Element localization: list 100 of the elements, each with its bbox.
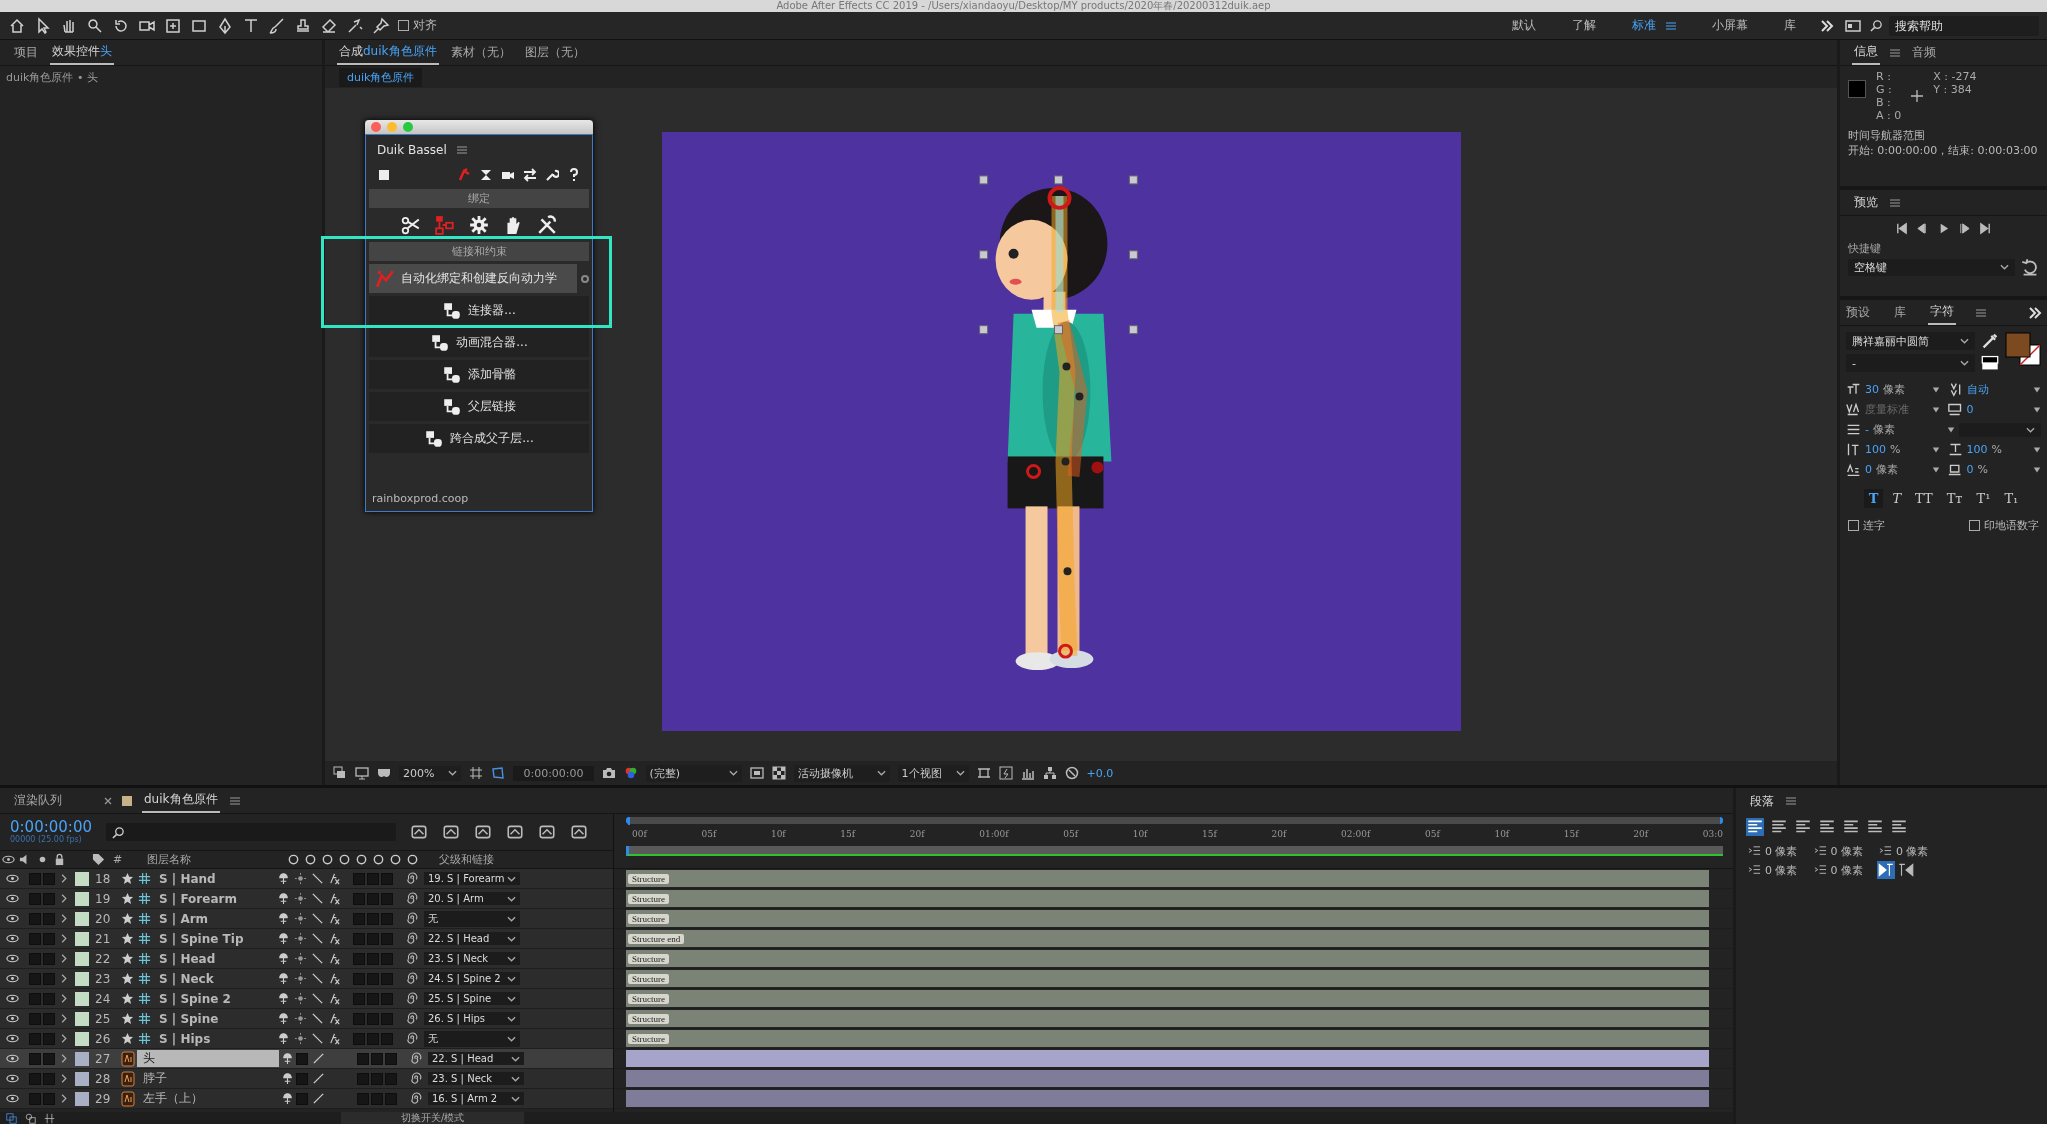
parent-dropdown[interactable]: 23. S | Neck [428, 1072, 524, 1085]
layer-name[interactable]: 头 [137, 1050, 279, 1067]
fast-preview-icon[interactable] [998, 766, 1013, 780]
layer-row[interactable]: 20 S | Arm 无 [0, 909, 613, 929]
gear-icon[interactable] [469, 215, 489, 235]
parent-dropdown[interactable]: 16. S | Arm 2 [428, 1092, 524, 1105]
label-color[interactable] [75, 1031, 89, 1046]
layer-search-field[interactable] [105, 823, 396, 841]
scissors-icon[interactable] [401, 215, 421, 235]
panel-tab[interactable]: 库 [1892, 301, 1908, 324]
switch-toggle[interactable] [381, 952, 393, 965]
menu-icon[interactable] [229, 796, 240, 805]
panel-tab[interactable]: 渲染队列 [12, 789, 64, 812]
lock-toggle[interactable] [43, 1092, 55, 1105]
layer-row[interactable]: 28 脖子 23. S | Neck [0, 1069, 613, 1089]
solo-toggle[interactable] [29, 1032, 41, 1045]
panel-tab[interactable]: 素材（无） [448, 41, 513, 64]
panel-tab[interactable]: 音频 [1910, 41, 1938, 64]
layer-name[interactable]: 左手（上） [137, 1090, 279, 1107]
layer-bar[interactable]: Structure [626, 950, 1709, 967]
switch-toggle[interactable] [381, 872, 393, 885]
workspace-tab[interactable]: 小屏幕 [1698, 17, 1762, 34]
workspace-tab[interactable]: 库 [1770, 17, 1810, 34]
expand-chevron-icon[interactable] [59, 952, 69, 965]
exposure-icon[interactable] [1064, 766, 1079, 780]
eye-icon[interactable] [6, 952, 19, 965]
switch-toggle[interactable] [353, 952, 365, 965]
solo-toggle[interactable] [29, 992, 41, 1005]
parent-dropdown[interactable]: 无 [424, 910, 520, 927]
switch-toggle[interactable] [367, 972, 379, 985]
field-value[interactable]: 0 [1966, 463, 1974, 476]
layer-bar[interactable]: Structure [626, 1030, 1709, 1047]
label-color[interactable] [75, 931, 89, 946]
eye-icon[interactable] [6, 892, 19, 905]
label-color[interactable] [75, 971, 89, 986]
parent-dropdown[interactable]: 24. S | Spine 2 [424, 972, 520, 985]
font-dropdown[interactable]: 腾祥嘉丽中圆简 [1846, 332, 1975, 350]
switch-toggle[interactable] [353, 972, 365, 985]
switch-toggle[interactable] [367, 1032, 379, 1045]
eye-icon[interactable] [6, 992, 19, 1005]
switch-toggle[interactable] [296, 1052, 308, 1065]
tools-icon[interactable] [537, 215, 557, 235]
tool-button[interactable]: 父层链接 [369, 392, 589, 421]
switch-toggle[interactable] [381, 892, 393, 905]
parent-dropdown[interactable]: 26. S | Hips [424, 1012, 520, 1025]
mask-icon[interactable] [377, 766, 391, 780]
switch-toggle[interactable] [367, 932, 379, 945]
lock-toggle[interactable] [43, 1052, 55, 1065]
channel-icon[interactable] [623, 766, 638, 780]
selection-handle[interactable] [1054, 325, 1063, 335]
layer-marker[interactable]: Structure [628, 953, 669, 964]
switch-toggle[interactable] [353, 912, 365, 925]
fill-stroke-swatch-icon[interactable] [2005, 332, 2041, 366]
switch-toggle[interactable] [381, 912, 393, 925]
switch-toggle[interactable] [381, 992, 393, 1005]
layer-marker[interactable]: Structure [628, 913, 669, 924]
curve-icon[interactable] [44, 1112, 55, 1124]
layer-bar[interactable]: Structure end [626, 930, 1709, 947]
layer-row[interactable]: 25 S | Spine 26. S | Hips [0, 1009, 613, 1029]
layer-name[interactable]: S | Spine [153, 1011, 275, 1026]
expand-chevron-icon[interactable] [59, 912, 69, 925]
menu-icon[interactable] [1976, 308, 1986, 317]
dropdown-arrow-icon[interactable] [2033, 385, 2041, 394]
lock-toggle[interactable] [43, 992, 55, 1005]
switch-toggle[interactable] [385, 1052, 397, 1065]
layer-row[interactable]: 27 头 22. S | Head [0, 1049, 613, 1069]
eye-icon[interactable] [6, 1052, 19, 1065]
lock-toggle[interactable] [43, 912, 55, 925]
type-icon[interactable] [242, 16, 260, 35]
solo-toggle[interactable] [29, 1052, 41, 1065]
option-dot[interactable] [581, 274, 589, 283]
workspace-tab[interactable]: 标准 [1618, 17, 1670, 34]
eye-icon[interactable] [6, 972, 19, 985]
dropdown-arrow-icon[interactable] [1931, 405, 1940, 414]
clone-stamp-icon[interactable] [294, 16, 312, 35]
eye-icon[interactable] [6, 1072, 19, 1085]
indent-value[interactable]: 0 像素 [1830, 844, 1863, 859]
dropdown-arrow-icon[interactable] [2033, 405, 2041, 414]
solo-toggle[interactable] [29, 912, 41, 925]
dropdown-arrow-icon[interactable] [1931, 465, 1940, 474]
lock-toggle[interactable] [43, 952, 55, 965]
indent-value[interactable]: 0 像素 [1896, 844, 1929, 859]
text-style-button[interactable]: T [1863, 489, 1884, 508]
solo-toggle[interactable] [29, 1012, 41, 1025]
switch-toggle[interactable] [381, 972, 393, 985]
roto-brush-icon[interactable] [346, 16, 364, 35]
pick-whip-icon[interactable] [405, 892, 418, 905]
zoom-icon[interactable] [86, 16, 104, 35]
solo-toggle[interactable] [29, 1072, 41, 1085]
eye-icon[interactable] [6, 1092, 19, 1105]
switch-toggle[interactable] [353, 1032, 365, 1045]
layer-row[interactable]: 22 S | Head 23. S | Neck [0, 949, 613, 969]
layer-row[interactable]: 26 S | Hips 无 [0, 1029, 613, 1049]
switch-toggle[interactable] [381, 1012, 393, 1025]
switch-toggle[interactable] [385, 1072, 397, 1085]
menu-icon[interactable] [1890, 48, 1900, 57]
zoom-dropdown[interactable]: 200% [399, 765, 462, 781]
help-icon[interactable] [567, 168, 581, 182]
switch-mode-toggle[interactable]: 切换开关/模式 [341, 1112, 525, 1124]
field-value[interactable]: 100 [1966, 443, 1988, 456]
